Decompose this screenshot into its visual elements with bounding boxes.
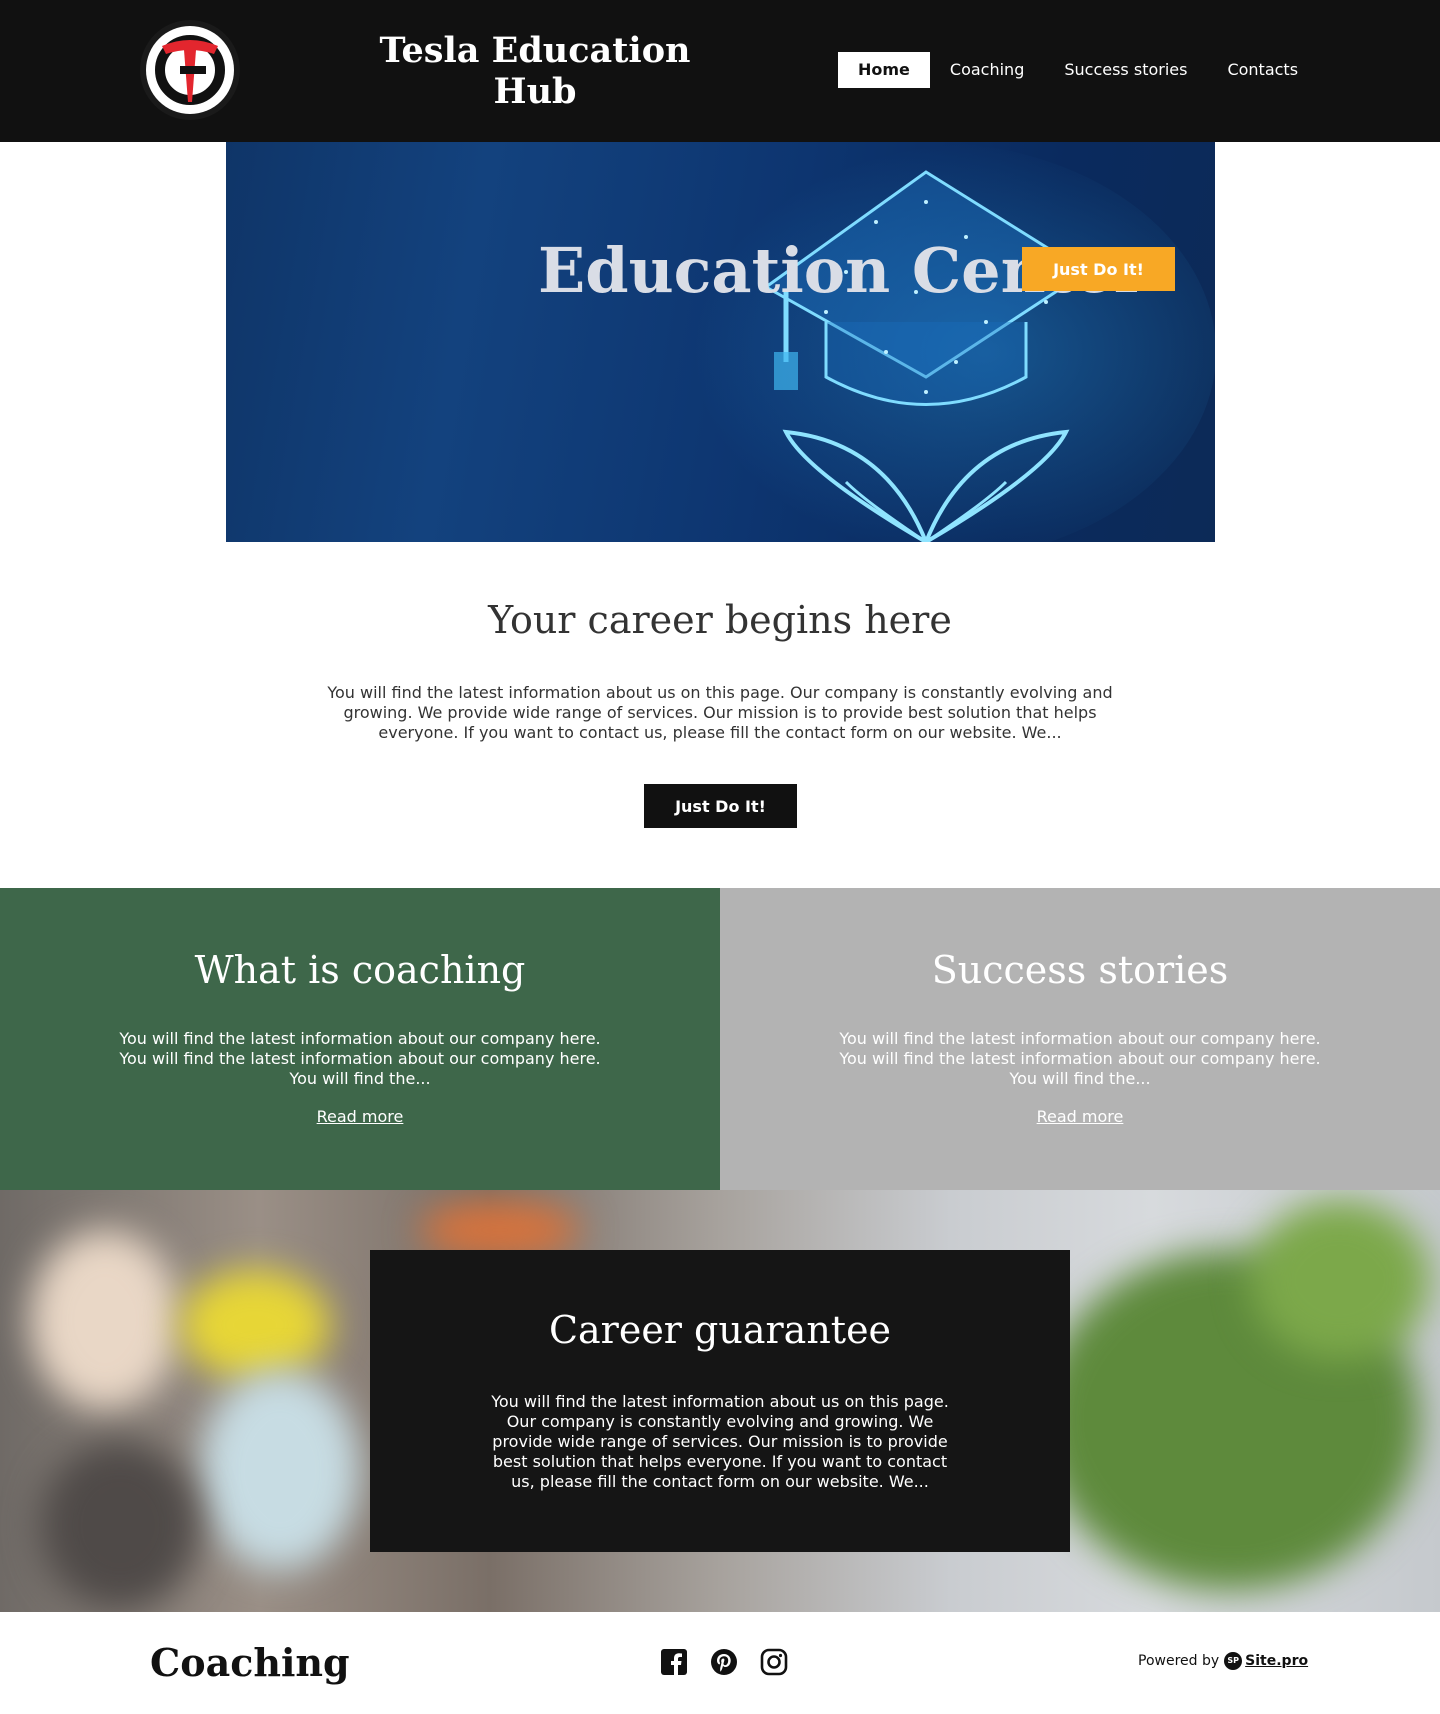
career-guarantee-text: You will find the latest information abo… [491,1392,949,1491]
social-links [660,1648,810,1676]
graduation-cap-illustration [636,142,1215,542]
blurred-plant-leaf [1250,1200,1430,1360]
site-title[interactable]: Tesla Education Hub [370,30,700,112]
coaching-read-more-link[interactable]: Read more [0,1107,720,1126]
career-cta-button[interactable]: Just Do It! [644,784,797,828]
coaching-panel-title: What is coaching [194,948,526,992]
blurred-person-photo [30,1230,180,1410]
success-stories-panel-text: You will find the latest information abo… [839,1029,1321,1088]
success-stories-panel-title: Success stories [931,948,1229,992]
success-stories-panel: Success stories You will find the latest… [720,888,1440,1190]
hero-cta-button[interactable]: Just Do It! [1022,247,1175,291]
sitepro-logo-icon: SP [1224,1652,1243,1670]
coaching-panel: What is coaching You will find the lates… [0,888,720,1190]
sitepro-link[interactable]: Site.pro [1245,1653,1308,1669]
facebook-icon[interactable] [660,1648,688,1676]
nav-item-home[interactable]: Home [838,52,930,88]
main-nav: Home Coaching Success stories Contacts [838,52,1318,88]
blurred-person-photo [180,1270,330,1380]
site-header: Tesla Education Hub Home Coaching Succes… [0,0,1440,142]
powered-by: Powered by SP Site.pro [1138,1652,1308,1670]
career-guarantee-title: Career guarantee [548,1308,892,1352]
nav-item-coaching[interactable]: Coaching [930,52,1044,88]
nav-item-contacts[interactable]: Contacts [1207,52,1318,88]
success-stories-read-more-link[interactable]: Read more [720,1107,1440,1126]
tesla-logo-icon [146,26,234,114]
blurred-person-photo [200,1370,360,1570]
powered-by-label: Powered by [1138,1653,1220,1669]
career-heading: Your career begins here [488,598,952,642]
nav-item-success-stories[interactable]: Success stories [1044,52,1207,88]
hero-banner: Education Center Just Do It! [226,142,1215,542]
career-text: You will find the latest information abo… [327,683,1113,742]
footer-title: Coaching [150,1640,350,1685]
blurred-person-photo [40,1440,200,1610]
background-photo-band: Career guarantee You will find the lates… [0,1190,1440,1612]
career-guarantee-card: Career guarantee You will find the lates… [370,1250,1070,1552]
pinterest-icon[interactable] [710,1648,738,1676]
logo[interactable] [140,20,240,120]
coaching-panel-text: You will find the latest information abo… [119,1029,601,1088]
instagram-icon[interactable] [760,1648,788,1676]
